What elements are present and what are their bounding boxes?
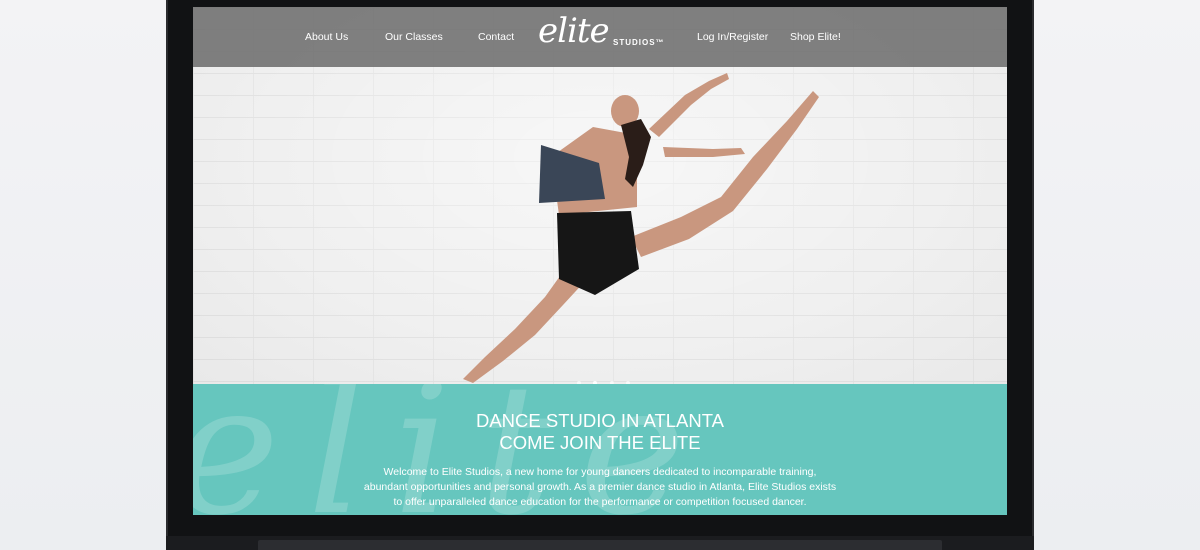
- band-heading: DANCE STUDIO IN ATLANTA COME JOIN THE EL…: [193, 410, 1007, 454]
- laptop-hinge: [258, 540, 942, 550]
- band-heading-line1: DANCE STUDIO IN ATLANTA: [475, 410, 725, 431]
- logo-subtitle: STUDIOS™: [613, 38, 665, 47]
- band-body-text: Welcome to Elite Studios, a new home for…: [363, 466, 837, 508]
- elite-studios-logo[interactable]: elite STUDIOS™: [538, 11, 668, 61]
- band-heading-line2: COME JOIN THE ELITE: [499, 432, 701, 453]
- logo-script-text: elite: [538, 11, 610, 51]
- nav-shop-elite[interactable]: Shop Elite!: [790, 31, 841, 43]
- hero-section: About Us Our Classes Contact elite STUDI…: [193, 7, 1007, 384]
- nav-contact[interactable]: Contact: [478, 31, 514, 43]
- top-navigation: About Us Our Classes Contact elite STUDI…: [193, 7, 1007, 67]
- nav-about-us[interactable]: About Us: [305, 31, 348, 43]
- website-screen: About Us Our Classes Contact elite STUDI…: [193, 7, 1007, 515]
- nav-login-register[interactable]: Log In/Register: [697, 31, 768, 43]
- nav-our-classes[interactable]: Our Classes: [385, 31, 443, 43]
- intro-band: elite DANCE STUDIO IN ATLANTA COME JOIN …: [193, 384, 1007, 515]
- carousel-dots: [573, 372, 634, 384]
